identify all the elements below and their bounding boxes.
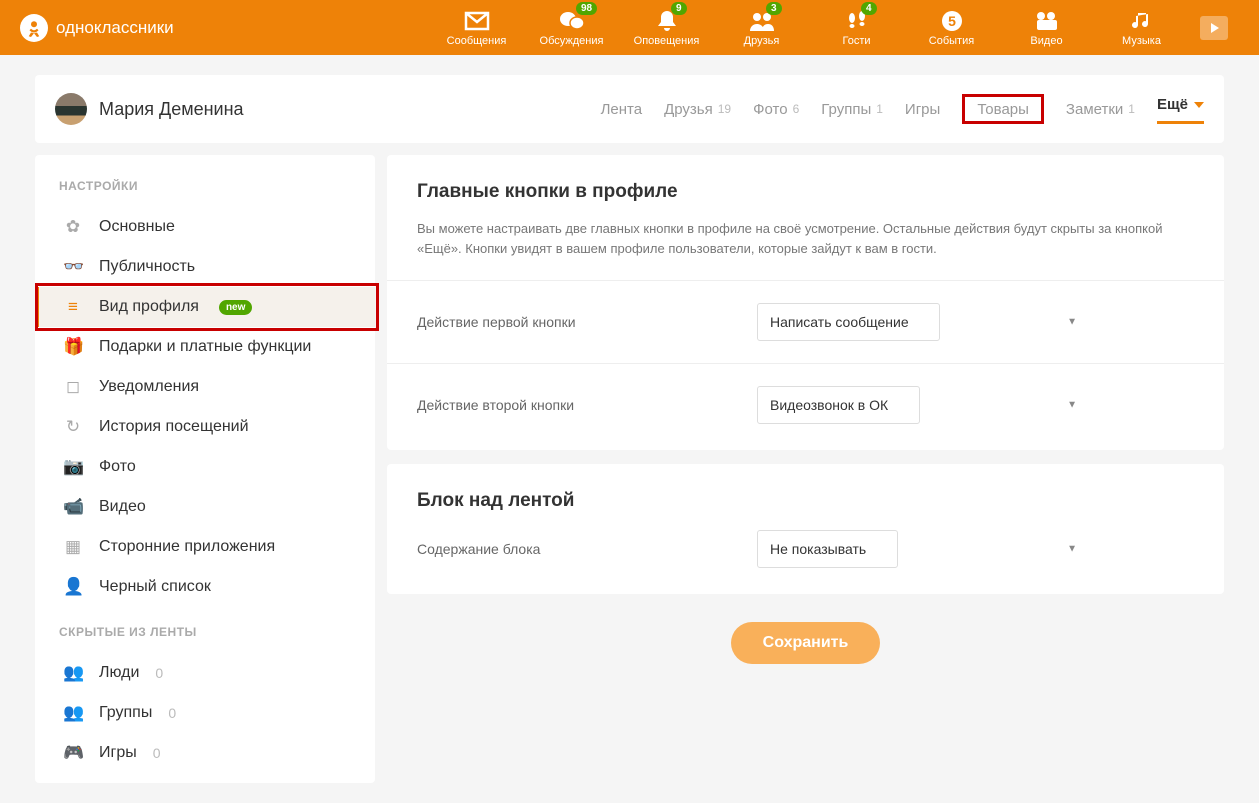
tab-friends[interactable]: Друзья19 [664,94,731,124]
panel-description: Вы можете настраивать две главных кнопки… [417,219,1194,258]
brand-text: одноклассники [56,18,174,38]
sidebar-item-gifts[interactable]: 🎁 Подарки и платные функции [35,327,375,367]
people-icon: 👥 [63,703,83,723]
nav-notifications[interactable]: 9 Оповещения [619,0,714,55]
tab-products[interactable]: Товары [962,94,1044,124]
apps-icon: ▦ [63,537,83,557]
save-button[interactable]: Сохранить [731,622,881,664]
panel-main-buttons: Главные кнопки в профиле Вы можете настр… [387,155,1224,450]
nav-events[interactable]: 5 События [904,0,999,55]
sidebar-heading-hidden: СКРЫТЫЕ ИЗ ЛЕНТЫ [35,607,375,653]
badge: 9 [671,2,687,15]
sidebar-item-video[interactable]: 📹 Видео [35,487,375,527]
envelope-icon [464,9,490,33]
gamepad-icon: 🎮 [63,743,83,763]
form-row-button2: Действие второй кнопки Видеозвонок в ОК [417,386,1194,424]
gear-icon: ✿ [63,217,83,237]
panel-block-above-feed: Блок над лентой Содержание блока Не пока… [387,464,1224,594]
sidebar-item-hidden-people[interactable]: 👥 Люди 0 [35,653,375,693]
sidebar-item-privacy[interactable]: 👓 Публичность [35,247,375,287]
new-badge: new [219,300,252,315]
sidebar-item-hidden-groups[interactable]: 👥 Группы 0 [35,693,375,733]
tab-more[interactable]: Ещё [1157,94,1204,124]
logo[interactable]: одноклассники [20,14,174,42]
form-row-button1: Действие первой кнопки Написать сообщени… [417,303,1194,341]
logo-icon [20,14,48,42]
nav-music[interactable]: Музыка [1094,0,1189,55]
chevron-down-icon [1194,102,1204,108]
tab-feed[interactable]: Лента [601,94,643,124]
camera-icon: 📷 [63,457,83,477]
select-button1-action[interactable]: Написать сообщение [757,303,940,341]
coin-icon: 5 [940,9,964,33]
save-row: Сохранить [387,608,1224,672]
form-row-block-content: Содержание блока Не показывать [417,530,1194,568]
glasses-icon: 👓 [63,257,83,277]
nav-video[interactable]: Видео [999,0,1094,55]
svg-text:5: 5 [948,13,956,29]
block-icon: 👤 [63,577,83,597]
layout-icon: ≡ [63,297,83,317]
form-label: Содержание блока [417,541,757,557]
sidebar-item-hidden-games[interactable]: 🎮 Игры 0 [35,733,375,773]
video-icon [1034,9,1060,33]
nav-friends[interactable]: 3 Друзья [714,0,809,55]
tab-groups[interactable]: Группы1 [821,94,883,124]
settings-sidebar: НАСТРОЙКИ ✿ Основные 👓 Публичность ≡ Вид… [35,155,375,783]
badge: 3 [766,2,782,15]
gift-icon: 🎁 [63,337,83,357]
sidebar-item-notifications[interactable]: ◻ Уведомления [35,367,375,407]
music-icon [1131,9,1153,33]
sidebar-item-profile-view[interactable]: ≡ Вид профиля new [35,287,375,327]
panel-title: Блок над лентой [417,490,1194,512]
profile-tabs: Лента Друзья19 Фото6 Группы1 Игры Товары… [601,94,1204,124]
history-icon: ↻ [63,417,83,437]
sidebar-item-history[interactable]: ↻ История посещений [35,407,375,447]
header-nav: Сообщения 98 Обсуждения 9 Оповещения 3 Д… [429,0,1239,55]
profile-name[interactable]: Мария Деменина [99,99,244,120]
main-layout: НАСТРОЙКИ ✿ Основные 👓 Публичность ≡ Вид… [0,143,1259,803]
nav-messages[interactable]: Сообщения [429,0,524,55]
tab-notes[interactable]: Заметки1 [1066,94,1135,124]
sidebar-item-apps[interactable]: ▦ Сторонние приложения [35,527,375,567]
content-area: Главные кнопки в профиле Вы можете настр… [387,155,1224,672]
tab-photo[interactable]: Фото6 [753,94,799,124]
panel-title: Главные кнопки в профиле [417,181,1194,203]
tab-games[interactable]: Игры [905,94,940,124]
videocam-icon: 📹 [63,497,83,517]
badge: 98 [576,2,597,15]
top-header: одноклассники Сообщения 98 Обсуждения 9 … [0,0,1259,55]
sidebar-heading-settings: НАСТРОЙКИ [35,179,375,207]
people-icon: 👥 [63,663,83,683]
bell-icon: ◻ [63,377,83,397]
avatar[interactable] [55,93,87,125]
select-block-content[interactable]: Не показывать [757,530,898,568]
sidebar-item-photo[interactable]: 📷 Фото [35,447,375,487]
form-label: Действие первой кнопки [417,314,757,330]
nav-guests[interactable]: 4 Гости [809,0,904,55]
sidebar-item-blacklist[interactable]: 👤 Черный список [35,567,375,607]
badge: 4 [861,2,877,15]
form-label: Действие второй кнопки [417,397,757,413]
nav-play[interactable] [1189,0,1239,55]
select-button2-action[interactable]: Видеозвонок в ОК [757,386,920,424]
sidebar-item-general[interactable]: ✿ Основные [35,207,375,247]
nav-discussions[interactable]: 98 Обсуждения [524,0,619,55]
play-icon [1200,16,1228,40]
profile-bar: Мария Деменина Лента Друзья19 Фото6 Груп… [35,75,1224,143]
